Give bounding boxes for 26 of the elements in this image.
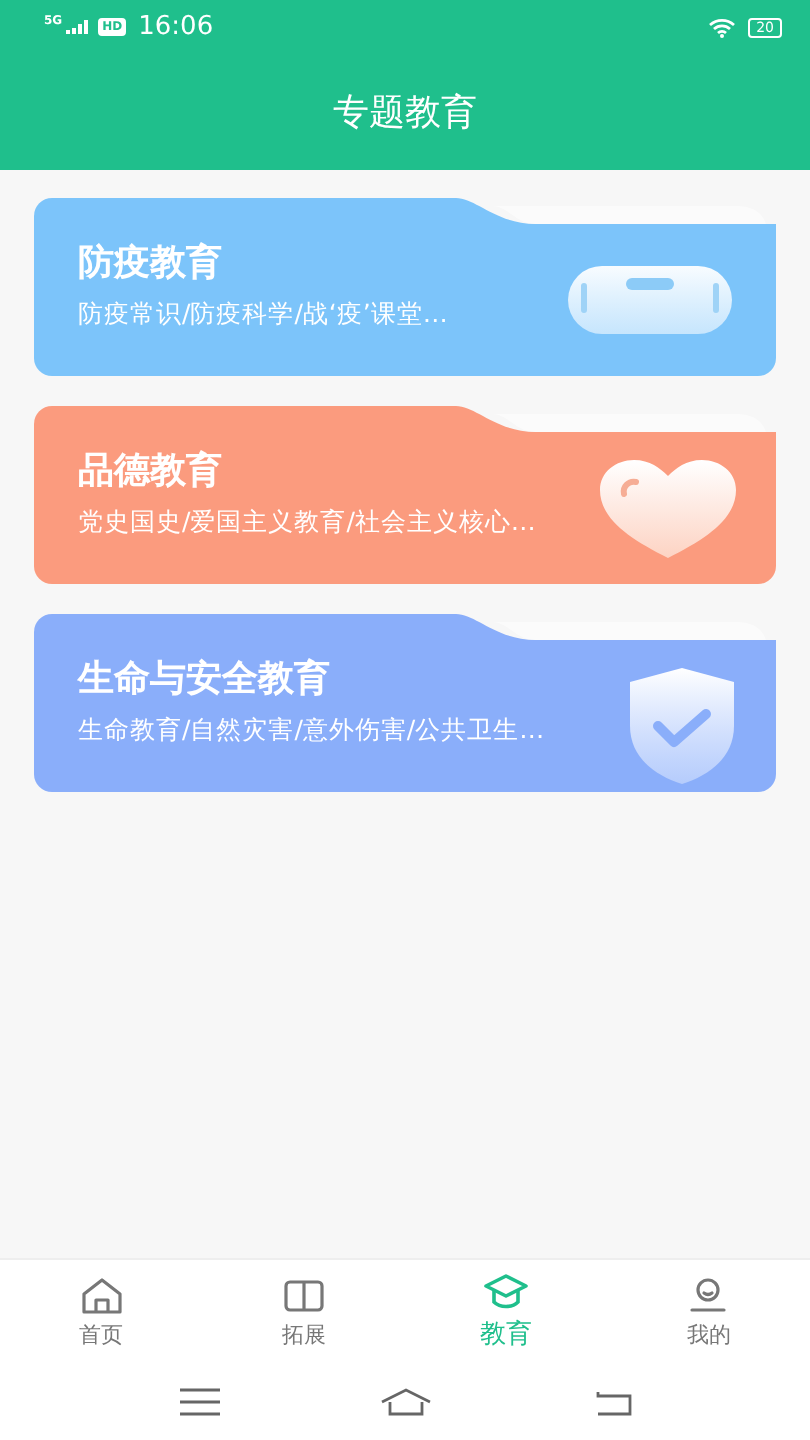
topic-subtitle: 防疫常识/防疫科学/战‘疫’课堂…	[78, 298, 448, 332]
shield-check-icon	[624, 666, 740, 786]
tab-bar-item[interactable]: 教育	[405, 1260, 608, 1364]
topic-title: 生命与安全教育	[78, 656, 330, 702]
home-icon	[79, 1275, 124, 1315]
clock: 16:06	[138, 12, 214, 42]
signal-icon	[66, 20, 91, 34]
tab-bar-item[interactable]: 首页	[0, 1260, 203, 1364]
graduation-cap-icon	[482, 1272, 531, 1312]
wifi-icon	[708, 17, 737, 37]
tab-bar-item[interactable]: 我的	[607, 1260, 810, 1364]
person-icon	[686, 1275, 731, 1315]
topic-subtitle: 党史国史/爱国主义教育/社会主义核心…	[78, 506, 536, 540]
book-icon	[281, 1275, 326, 1315]
page-title: 专题教育	[333, 90, 477, 136]
topic-card[interactable]: 防疫教育 防疫常识/防疫科学/战‘疫’课堂…	[34, 198, 776, 376]
topic-subtitle: 生命教育/自然灾害/意外伤害/公共卫生…	[78, 714, 545, 748]
menu-icon[interactable]	[179, 1388, 219, 1416]
topic-card[interactable]: 品德教育 党史国史/爱国主义教育/社会主义核心…	[34, 406, 776, 584]
topic-title: 防疫教育	[78, 240, 222, 286]
back-icon[interactable]	[591, 1388, 631, 1416]
home-button-icon[interactable]	[379, 1388, 431, 1416]
topic-card[interactable]: 生命与安全教育 生命教育/自然灾害/意外伤害/公共卫生…	[34, 614, 776, 792]
tab-bar-item[interactable]: 拓展	[202, 1260, 405, 1364]
topic-title: 品德教育	[78, 448, 222, 494]
heart-icon	[596, 458, 740, 562]
